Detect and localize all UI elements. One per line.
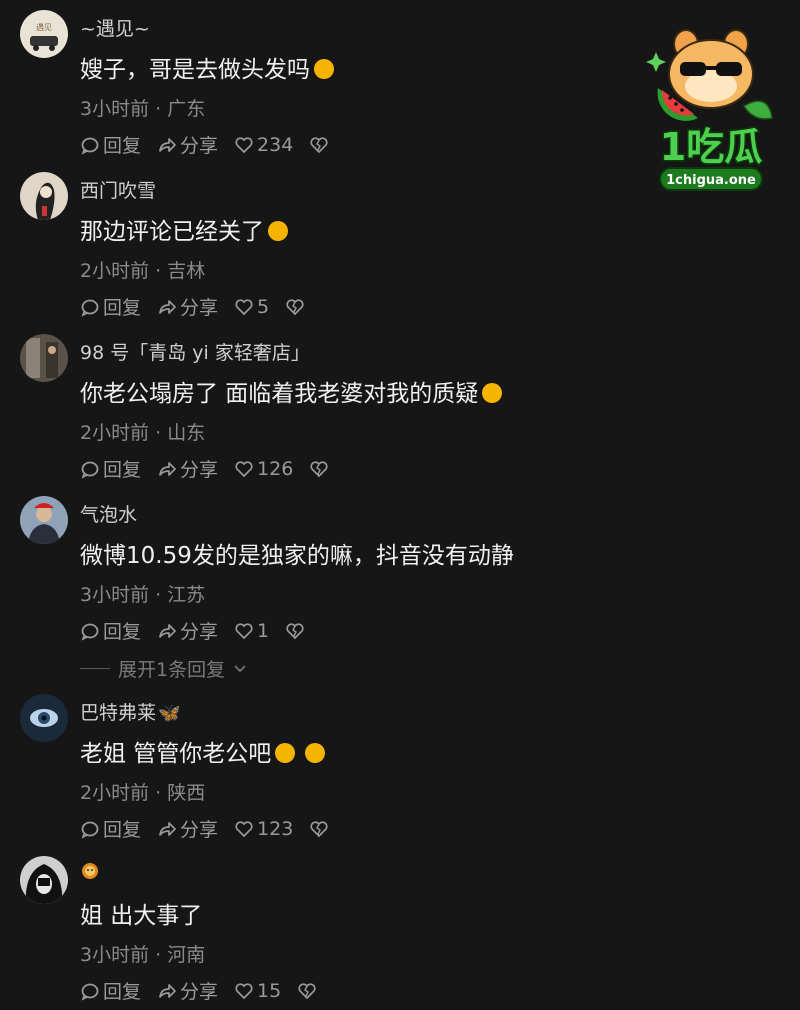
dislike-button[interactable] <box>285 297 305 317</box>
comment-text: 微博10.59发的是独家的嘛，抖音没有动静 <box>80 543 514 569</box>
comment-meta: 3小时前 · 广东 <box>80 98 206 120</box>
chevron-down-icon <box>234 664 246 672</box>
expand-replies-button[interactable]: 展开1条回复 <box>80 655 247 682</box>
comment-actions: 回复 分享 234 <box>80 131 329 158</box>
broken-heart-icon <box>286 622 304 639</box>
svg-text:遇见: 遇见 <box>36 23 52 32</box>
comment-text: 姐 出大事了 <box>80 903 203 929</box>
share-arrow-icon <box>159 821 176 836</box>
heart-icon <box>235 136 253 153</box>
reply-button[interactable]: 回复 <box>80 293 141 320</box>
pleading-emoji-icon <box>275 742 296 763</box>
avatar[interactable] <box>20 172 68 220</box>
comment-meta: 3小时前 · 江苏 <box>80 584 206 606</box>
dislike-button[interactable] <box>309 819 329 839</box>
broken-heart-icon <box>286 298 304 315</box>
avatar[interactable] <box>20 856 68 904</box>
comment-text: 那边评论已经关了 <box>80 212 288 246</box>
share-arrow-icon <box>159 137 176 152</box>
comment-text: 你老公塌房了 面临着我老婆对我的质疑 <box>80 374 503 408</box>
reply-bubble-icon <box>81 821 99 839</box>
reply-bubble-icon <box>81 461 99 479</box>
butterfly-icon: 🦋 <box>158 703 181 724</box>
laugh-cry-emoji-icon <box>314 58 334 79</box>
username[interactable]: 西门吹雪 <box>80 176 156 203</box>
share-button[interactable]: 分享 <box>157 131 218 158</box>
reply-bubble-icon <box>81 983 99 1001</box>
expand-replies-label: 展开1条回复 <box>118 659 226 681</box>
broken-heart-icon <box>310 820 328 837</box>
dislike-button[interactable] <box>309 135 329 155</box>
broken-heart-icon <box>298 982 316 999</box>
like-button[interactable]: 1 <box>234 620 269 642</box>
comment-meta: 3小时前 · 河南 <box>80 944 206 966</box>
dislike-button[interactable] <box>297 981 317 1001</box>
heart-icon <box>235 460 253 477</box>
like-button[interactable]: 123 <box>234 818 293 840</box>
share-arrow-icon <box>159 299 176 314</box>
comment-actions: 回复 分享 5 <box>80 293 305 320</box>
pleading-emoji-icon <box>305 742 326 763</box>
comment-actions: 回复 分享 1 <box>80 617 305 644</box>
username[interactable]: 气泡水 <box>80 500 137 527</box>
like-button[interactable]: 5 <box>234 296 269 318</box>
broken-heart-icon <box>310 460 328 477</box>
watermark-brand: 1吃瓜 <box>660 125 762 169</box>
heart-icon <box>235 298 253 315</box>
share-button[interactable]: 分享 <box>157 293 218 320</box>
avatar[interactable] <box>20 334 68 382</box>
share-button[interactable]: 分享 <box>157 815 218 842</box>
share-button[interactable]: 分享 <box>157 977 218 1004</box>
comment-meta: 2小时前 · 吉林 <box>80 260 206 282</box>
comment-meta: 2小时前 · 陕西 <box>80 782 206 804</box>
heart-icon <box>235 820 253 837</box>
username[interactable] <box>80 860 100 885</box>
like-button[interactable]: 126 <box>234 458 293 480</box>
lion-icon <box>82 863 98 879</box>
comment-meta: 2小时前 · 山东 <box>80 422 206 444</box>
watermark-url: 1chigua.one <box>666 173 756 188</box>
hamster-mascot-icon: 1吃瓜 1chigua.one <box>646 29 773 191</box>
reply-button[interactable]: 回复 <box>80 617 141 644</box>
broken-heart-icon <box>310 136 328 153</box>
share-button[interactable]: 分享 <box>157 455 218 482</box>
comment-actions: 回复 分享 123 <box>80 815 329 842</box>
dislike-button[interactable] <box>309 459 329 479</box>
comment-actions: 回复 分享 126 <box>80 455 329 482</box>
watermark-logo: 1吃瓜 1chigua.one <box>636 22 786 194</box>
dislike-button[interactable] <box>285 621 305 641</box>
avatar[interactable]: 遇见 <box>20 10 68 58</box>
share-arrow-icon <box>159 983 176 998</box>
avatar[interactable] <box>20 496 68 544</box>
heart-icon <box>235 622 253 639</box>
username[interactable]: 巴特弗莱 🦋 <box>80 698 180 725</box>
reply-bubble-icon <box>81 137 99 155</box>
comment-actions: 回复 分享 15 <box>80 977 317 1004</box>
reply-bubble-icon <box>81 299 99 317</box>
username[interactable]: 98 号「青岛 yi 家轻奢店」 <box>80 338 310 365</box>
share-arrow-icon <box>159 461 176 476</box>
reply-bubble-icon <box>81 623 99 641</box>
username[interactable]: ~遇见~ <box>80 14 150 41</box>
reply-button[interactable]: 回复 <box>80 455 141 482</box>
reply-button[interactable]: 回复 <box>80 815 141 842</box>
comment-text: 嫂子，哥是去做头发吗 <box>80 50 334 84</box>
reply-button[interactable]: 回复 <box>80 131 141 158</box>
share-button[interactable]: 分享 <box>157 617 218 644</box>
reply-button[interactable]: 回复 <box>80 977 141 1004</box>
comment-text: 老姐 管管你老公吧 <box>80 734 326 768</box>
heart-icon <box>235 982 253 999</box>
avatar[interactable] <box>20 694 68 742</box>
smile-emoji-icon <box>268 220 288 241</box>
laugh-cry-emoji-icon <box>482 382 503 403</box>
divider <box>80 668 110 669</box>
like-button[interactable]: 234 <box>234 134 293 156</box>
share-arrow-icon <box>159 623 176 638</box>
like-button[interactable]: 15 <box>234 980 281 1002</box>
